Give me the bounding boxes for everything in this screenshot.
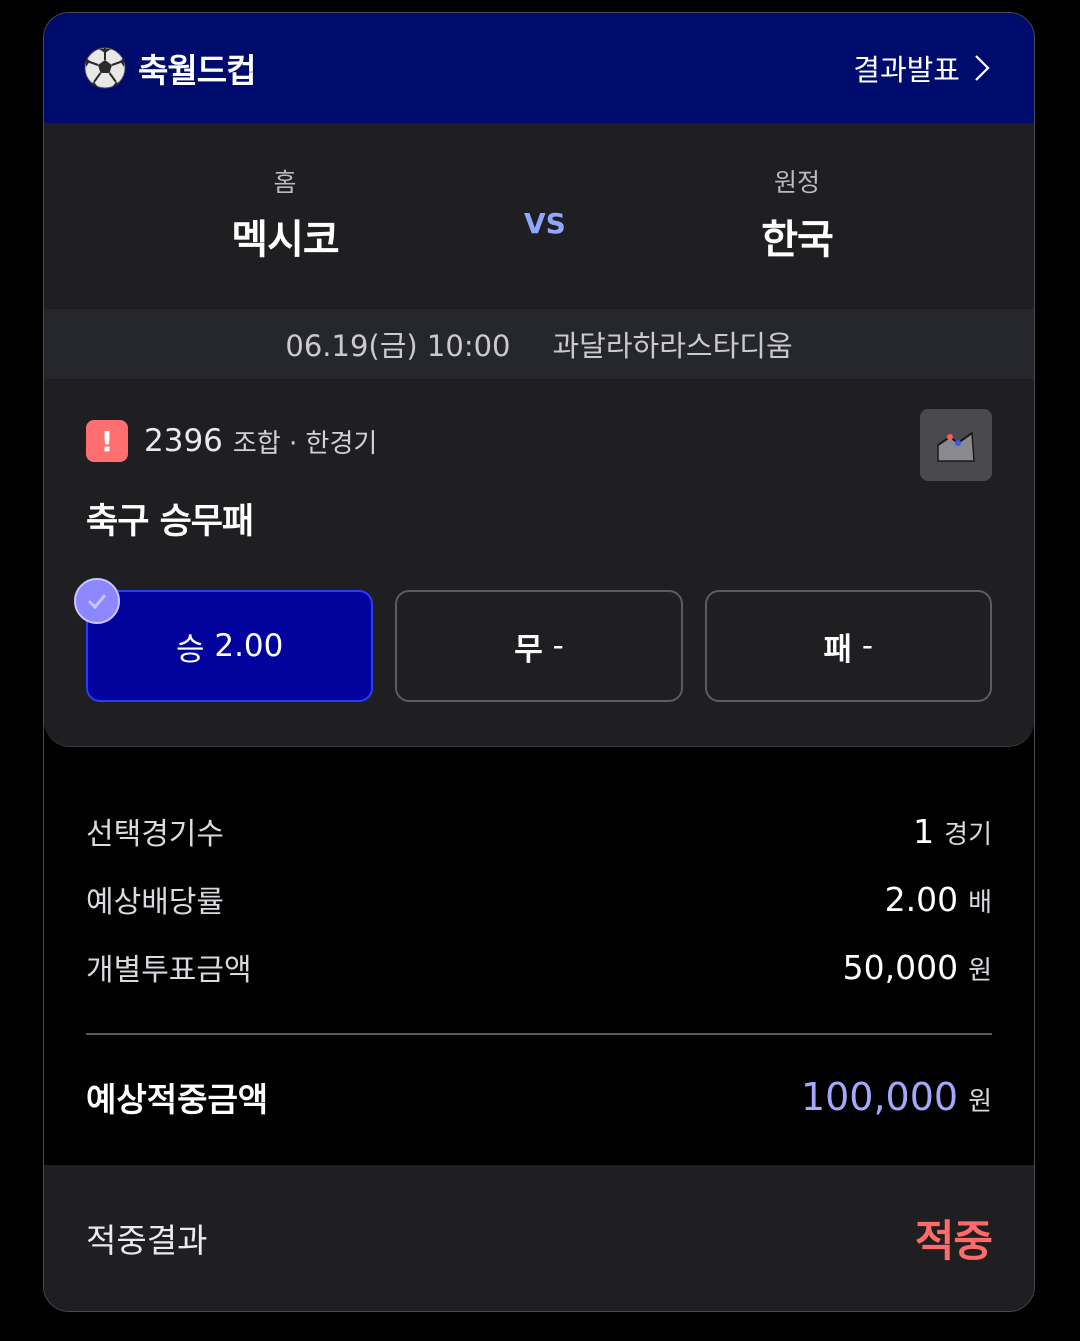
- chevron-right-icon: [975, 55, 990, 81]
- chart-icon: [937, 431, 975, 462]
- option-lose-label: 패: [823, 631, 853, 668]
- summary-value-group: 50,000 원: [843, 948, 992, 987]
- expected-payout-label: 예상적중금액: [86, 1080, 269, 1119]
- card-header: 축월드컵 결과발표: [44, 13, 1034, 123]
- bet-tag: 조합 · 한경기: [232, 428, 378, 459]
- bet-options: 승 2.00 무 - 패 -: [74, 578, 992, 702]
- summary-row: 예상배당률 2.00 배: [86, 865, 992, 933]
- summary-value-group: 2.00 배: [885, 880, 992, 919]
- option-lose-odds: -: [861, 628, 874, 664]
- home-team: 홈 멕시코: [135, 163, 435, 265]
- expected-payout-unit: 원: [968, 1087, 992, 1117]
- match-section: 홈 멕시코 VS 원정 한국 06.19(금) 10:00 과달라하라스타디움 …: [44, 123, 1034, 747]
- summary-value-group: 1 경기: [913, 812, 992, 851]
- teams-row: 홈 멕시코 VS 원정 한국: [44, 123, 1034, 309]
- match-datetime: 06.19(금) 10:00: [285, 329, 511, 363]
- bet-title: 축구 승무패: [86, 502, 254, 542]
- option-win[interactable]: 승 2.00: [74, 578, 374, 702]
- option-draw[interactable]: 무 -: [395, 590, 683, 702]
- results-link[interactable]: 결과발표: [853, 47, 990, 89]
- bet-summary: 선택경기수 1 경기 예상배당률 2.00 배 개별투표금액 50,000 원 …: [44, 747, 1034, 1129]
- summary-unit: 원: [968, 955, 992, 986]
- option-win-odds: 2.00: [214, 628, 284, 664]
- summary-unit: 경기: [944, 819, 992, 850]
- selected-check-icon: [74, 578, 120, 624]
- bet-section: ! 2396 조합 · 한경기 축구 승무패 승 2.00 무 - 패 -: [44, 379, 1034, 746]
- bet-number: 2396: [144, 423, 223, 459]
- result-value: 적중: [914, 1217, 993, 1267]
- bet-meta: ! 2396 조합 · 한경기: [86, 419, 992, 463]
- summary-value: 2.00: [884, 879, 959, 919]
- home-team-name: 멕시코: [231, 217, 339, 263]
- match-info-bar: 06.19(금) 10:00 과달라하라스타디움: [44, 309, 1034, 379]
- header-title-group: 축월드컵: [84, 44, 256, 92]
- summary-key: 예상배당률: [86, 885, 224, 920]
- summary-value: 50,000: [842, 947, 959, 987]
- summary-key: 개별투표금액: [86, 953, 252, 988]
- option-lose[interactable]: 패 -: [704, 590, 992, 702]
- summary-unit: 배: [968, 887, 992, 918]
- game-title: 축월드컵: [138, 51, 256, 90]
- summary-key: 선택경기수: [86, 817, 224, 852]
- option-win-label: 승: [175, 631, 205, 668]
- away-label: 원정: [773, 168, 820, 197]
- alert-icon: !: [86, 420, 128, 462]
- option-draw-odds: -: [552, 628, 564, 664]
- divider: [86, 1033, 992, 1035]
- summary-row: 선택경기수 1 경기: [86, 797, 992, 865]
- results-link-label: 결과발표: [853, 53, 960, 87]
- summary-value: 1: [913, 811, 935, 851]
- match-venue: 과달라하라스타디움: [552, 329, 793, 363]
- home-label: 홈: [273, 168, 297, 197]
- bet-card: 축월드컵 결과발표 홈 멕시코 VS 원정 한국 06.19(금) 10:00 …: [43, 12, 1035, 1312]
- option-draw-label: 무: [514, 631, 543, 668]
- alert-symbol: !: [100, 424, 114, 458]
- result-label: 적중결과: [86, 1221, 208, 1260]
- soccer-ball-icon: [84, 47, 126, 89]
- result-row: 적중결과 적중: [44, 1165, 1034, 1311]
- away-team-name: 한국: [761, 217, 834, 263]
- vs-label: VS: [524, 207, 566, 240]
- odds-chart-button[interactable]: [920, 409, 992, 481]
- expected-payout-row: 예상적중금액 100,000 원: [86, 1065, 992, 1129]
- expected-payout-group: 100,000 원: [801, 1075, 992, 1119]
- away-team: 원정 한국: [647, 163, 947, 265]
- expected-payout-value: 100,000: [800, 1075, 959, 1119]
- summary-row: 개별투표금액 50,000 원: [86, 933, 992, 1001]
